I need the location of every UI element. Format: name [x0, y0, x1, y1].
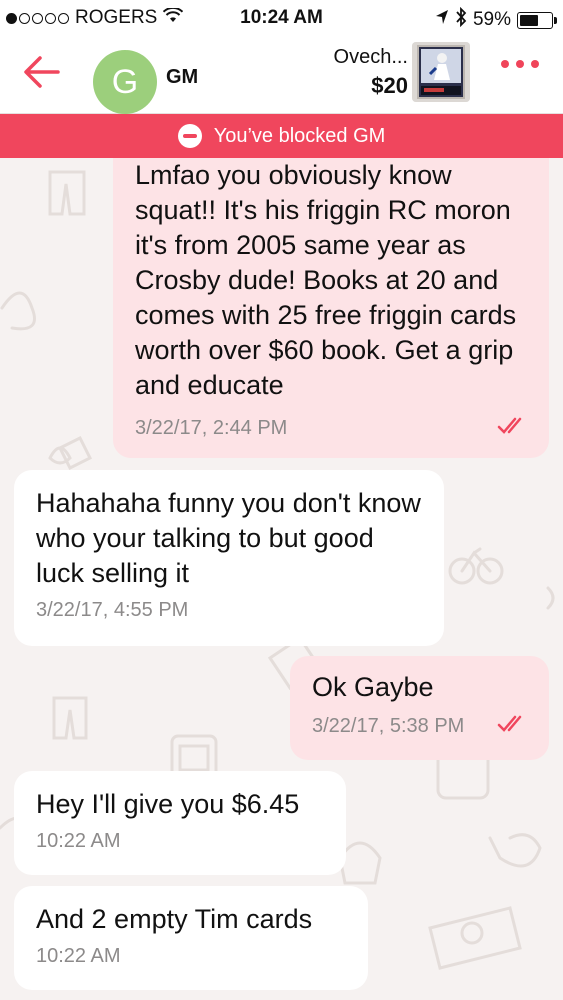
- contact-name[interactable]: GM: [166, 66, 198, 89]
- message-meta: 3/22/17, 4:55 PM: [36, 599, 422, 622]
- message-meta: 10:22 AM: [36, 945, 346, 968]
- item-info[interactable]: Ovech... $20: [334, 46, 408, 99]
- message-bubble-incoming[interactable]: Hahahaha funny you don't know who your t…: [14, 470, 444, 646]
- battery-icon: [517, 11, 557, 29]
- more-dots-icon[interactable]: [501, 60, 539, 68]
- battery-percent: 59%: [472, 9, 511, 30]
- message-bubble-outgoing[interactable]: Ok Gaybe 3/22/17, 5:38 PM: [290, 656, 549, 760]
- message-time: 3/22/17, 4:55 PM: [36, 599, 189, 621]
- item-title: Ovech...: [333, 46, 408, 68]
- message-meta: 3/22/17, 2:44 PM: [135, 415, 527, 441]
- battery-level: [520, 14, 538, 26]
- avatar[interactable]: G: [93, 50, 157, 114]
- chat-header: G GM Ovech... $20: [0, 38, 563, 114]
- message-bubble-outgoing[interactable]: Lmfao you obviously know squat!! It's hi…: [113, 158, 549, 458]
- message-time: 3/22/17, 5:38 PM: [312, 714, 465, 737]
- double-check-icon: [497, 415, 527, 441]
- message-time: 10:22 AM: [36, 945, 121, 967]
- double-check-icon: [497, 713, 527, 739]
- message-meta: 3/22/17, 5:38 PM: [312, 713, 527, 739]
- message-bubble-incoming[interactable]: Hey I'll give you $6.45 10:22 AM: [14, 771, 346, 875]
- message-text: Ok Gaybe: [312, 672, 434, 702]
- avatar-letter: G: [111, 62, 139, 101]
- item-price: $20: [371, 73, 408, 98]
- message-text: Lmfao you obviously know squat!! It's hi…: [135, 160, 517, 400]
- chat-area[interactable]: Lmfao you obviously know squat!! It's hi…: [0, 158, 563, 1000]
- message-text: Hahahaha funny you don't know who your t…: [36, 488, 421, 588]
- blocked-banner: You’ve blocked GM: [0, 114, 563, 158]
- arrow-left-icon: [24, 56, 60, 88]
- message-meta: 10:22 AM: [36, 830, 324, 853]
- message-text: Hey I'll give you $6.45: [36, 789, 300, 819]
- bluetooth-icon: [455, 6, 467, 33]
- message-time: 3/22/17, 2:44 PM: [135, 416, 288, 439]
- blocked-icon: [177, 124, 202, 148]
- blocked-banner-text: You’ve blocked GM: [213, 124, 386, 147]
- status-bar: ROGERS 10:24 AM 59%: [0, 0, 563, 38]
- message-time: 10:22 AM: [36, 830, 121, 852]
- location-arrow-icon: [435, 9, 449, 31]
- message-bubble-incoming[interactable]: And 2 empty Tim cards 10:22 AM: [14, 886, 368, 990]
- back-button[interactable]: [20, 50, 70, 98]
- item-thumbnail[interactable]: [412, 42, 470, 102]
- status-right: 59%: [435, 6, 557, 33]
- message-text: And 2 empty Tim cards: [36, 904, 313, 934]
